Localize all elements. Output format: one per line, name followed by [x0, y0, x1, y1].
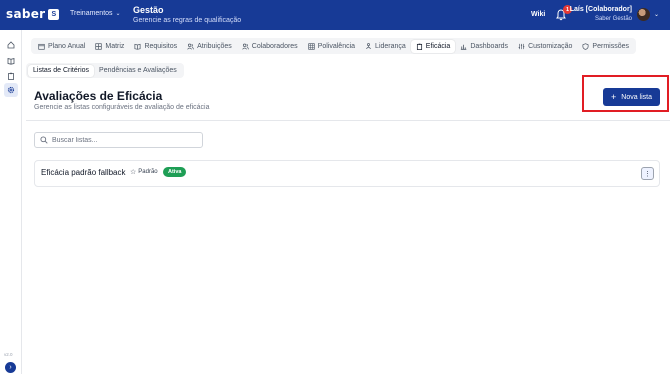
tab-label: Plano Anual: [48, 42, 86, 50]
gear-icon: [7, 86, 15, 94]
tab-permissoes[interactable]: Permissões: [577, 40, 634, 53]
module-label: Treinamentos: [70, 10, 113, 17]
tab-label: Liderança: [375, 42, 406, 50]
chevron-down-icon[interactable]: ⌄: [654, 11, 659, 18]
shield-icon: [582, 42, 589, 50]
tab-customizacao[interactable]: Customização: [513, 40, 577, 53]
search-icon: [40, 136, 48, 144]
tab-listas-de-criterios[interactable]: Listas de Critérios: [28, 64, 95, 77]
users-icon: [187, 43, 194, 50]
tab-label: Atribuições: [197, 42, 232, 50]
tab-label: Customização: [528, 42, 573, 50]
app-version: v2.0: [4, 352, 13, 357]
matrix-icon: [308, 42, 315, 50]
tab-atribuicoes[interactable]: Atribuições: [182, 40, 237, 53]
module-switcher[interactable]: Treinamentos ⌄: [70, 10, 121, 17]
tab-plano-anual[interactable]: Plano Anual: [33, 40, 90, 53]
sliders-icon: [518, 43, 525, 49]
tab-polivalencia[interactable]: Polivalência: [303, 40, 360, 53]
avatar[interactable]: [637, 8, 650, 21]
sidebar-item-home[interactable]: [4, 38, 18, 52]
section-title: Gestão: [133, 5, 164, 15]
sidebar-expand-button[interactable]: ›: [5, 362, 16, 373]
sidebar-item-tasks[interactable]: [4, 69, 18, 83]
tab-pendencias-e-avaliacoes[interactable]: Pendências e Avaliações: [94, 65, 182, 77]
chevron-down-icon: ⌄: [115, 11, 121, 17]
brand-logo[interactable]: saber S: [6, 7, 60, 21]
tab-eficacia[interactable]: Eficácia: [410, 39, 456, 53]
search-input[interactable]: [52, 136, 192, 144]
tab-label: Matriz: [105, 42, 125, 50]
tab-label: Dashboards: [470, 42, 509, 50]
user-name[interactable]: Laís [Colaborador]: [570, 6, 632, 13]
more-options-button[interactable]: ⋮: [641, 167, 654, 180]
sidebar-item-library[interactable]: [4, 54, 18, 68]
grid-icon: [95, 42, 103, 50]
page-title: Avaliações de Eficácia: [34, 89, 163, 103]
tab-dashboards[interactable]: Dashboards: [455, 40, 513, 53]
search-field[interactable]: [34, 132, 203, 148]
sidebar-item-settings[interactable]: [4, 83, 18, 97]
list-item-name: Eficácia padrão fallback: [41, 168, 126, 177]
tab-label: Requisitos: [144, 42, 178, 50]
top-header: saber S Treinamentos ⌄ Gestão Gerencie a…: [0, 0, 670, 30]
tab-label: Eficácia: [425, 42, 451, 50]
list-item[interactable]: Eficácia padrão fallback ☆ Padrão Ativa …: [34, 160, 660, 187]
plus-icon: +: [611, 91, 617, 102]
status-badge: Ativa: [163, 167, 187, 177]
book-icon: [134, 43, 141, 50]
clipboard-icon: [416, 43, 422, 50]
tab-lideranca[interactable]: Liderança: [360, 40, 411, 53]
section-subtitle: Gerencie as regras de qualificação: [133, 17, 242, 24]
brand-mark: S: [48, 8, 60, 20]
divider: [26, 120, 670, 121]
sub-tabs: Listas de Critérios Pendências e Avaliaç…: [26, 63, 184, 78]
user-organization: Saber Gestão: [594, 16, 632, 22]
calendar-icon: [38, 43, 45, 50]
tab-label: Colaboradores: [251, 42, 298, 50]
new-list-button[interactable]: + Nova lista: [603, 88, 660, 106]
users-icon: [242, 43, 249, 50]
star-icon: ☆: [130, 169, 137, 176]
default-label: Padrão: [138, 169, 158, 175]
page-subtitle: Gerencie as listas configuráveis de aval…: [34, 104, 210, 111]
hierarchy-icon: [366, 42, 371, 49]
tab-label: Permissões: [592, 42, 629, 50]
brand-wordmark: saber: [6, 7, 46, 21]
bar-chart-icon: [461, 44, 467, 50]
book-icon: [7, 57, 15, 65]
wiki-link[interactable]: Wiki: [531, 11, 545, 18]
home-icon: [7, 41, 15, 49]
default-tag: ☆ Padrão: [130, 168, 158, 176]
new-list-label: Nova lista: [621, 93, 652, 101]
clipboard-icon: [8, 72, 14, 80]
tab-label: Polivalência: [317, 42, 356, 50]
tab-matriz[interactable]: Matriz: [90, 40, 129, 53]
main-tabs: Plano Anual Matriz Requisitos Atribuiçõe…: [31, 38, 636, 54]
tab-requisitos[interactable]: Requisitos: [129, 40, 182, 53]
sidebar: v2.0 ›: [0, 30, 22, 374]
tab-colaboradores[interactable]: Colaboradores: [237, 40, 303, 53]
